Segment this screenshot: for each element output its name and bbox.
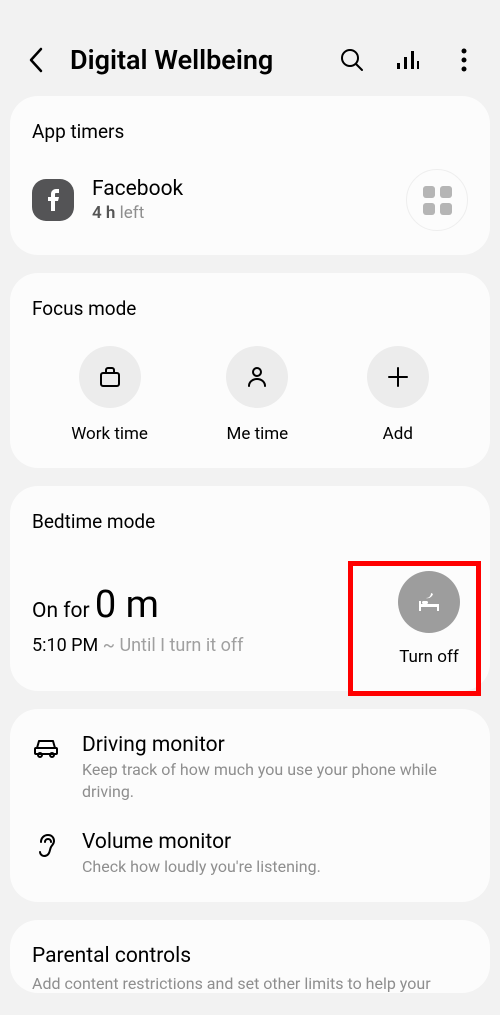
focus-mode-card: Focus mode Work time Me time bbox=[10, 273, 490, 468]
car-icon-wrap bbox=[32, 735, 60, 759]
driving-sub: Keep track of how much you use your phon… bbox=[82, 759, 468, 802]
parental-sub: Add content restrictions and set other l… bbox=[32, 974, 468, 993]
bed-icon bbox=[413, 586, 445, 618]
bedtime-info: On for 0 m 5:10 PM ~ Until I turn it off bbox=[32, 583, 390, 656]
volume-sub: Check how loudly you're listening. bbox=[82, 856, 468, 878]
bedtime-turnoff[interactable]: Turn off bbox=[390, 571, 468, 667]
grid-icon bbox=[423, 186, 452, 215]
app-time-left: 4 h left bbox=[92, 203, 388, 223]
app-timer-row[interactable]: Facebook 4 h left bbox=[32, 169, 468, 231]
app-timer-info: Facebook 4 h left bbox=[92, 177, 388, 223]
app-time-value: 4 h bbox=[92, 203, 115, 223]
focus-mode-items: Work time Me time Add bbox=[32, 346, 468, 444]
more-vertical-icon bbox=[461, 48, 467, 72]
focus-label: Work time bbox=[71, 424, 148, 444]
signal-button[interactable] bbox=[394, 46, 422, 74]
person-icon bbox=[244, 364, 270, 390]
focus-me-time[interactable]: Me time bbox=[226, 346, 288, 444]
bedtime-mode-card[interactable]: Bedtime mode On for 0 m 5:10 PM ~ Until … bbox=[10, 486, 490, 691]
more-button[interactable] bbox=[450, 46, 478, 74]
app-timers-card[interactable]: App timers Facebook 4 h left bbox=[10, 96, 490, 255]
focus-work-time[interactable]: Work time bbox=[71, 346, 148, 444]
ear-icon bbox=[34, 832, 58, 860]
focus-label: Add bbox=[383, 424, 413, 444]
search-button[interactable] bbox=[338, 46, 366, 74]
bars-icon bbox=[395, 47, 421, 73]
driving-info: Driving monitor Keep track of how much y… bbox=[82, 733, 468, 802]
parental-title: Parental controls bbox=[32, 944, 468, 968]
me-time-button[interactable] bbox=[226, 346, 288, 408]
bedtime-row: On for 0 m 5:10 PM ~ Until I turn it off… bbox=[32, 571, 468, 667]
parental-controls-card[interactable]: Parental controls Add content restrictio… bbox=[10, 920, 490, 993]
bedtime-schedule: 5:10 PM ~ Until I turn it off bbox=[32, 635, 390, 656]
app-time-suffix: left bbox=[120, 203, 145, 223]
chevron-left-icon bbox=[27, 46, 45, 74]
back-button[interactable] bbox=[22, 46, 50, 74]
turnoff-label: Turn off bbox=[399, 647, 459, 667]
turnoff-button[interactable] bbox=[398, 571, 460, 633]
bedtime-until: Until I turn it off bbox=[119, 635, 243, 656]
volume-info: Volume monitor Check how loudly you're l… bbox=[82, 830, 468, 878]
driving-title: Driving monitor bbox=[82, 733, 468, 757]
focus-mode-title: Focus mode bbox=[32, 297, 468, 320]
bedtime-onfor-label: On for bbox=[32, 599, 90, 623]
work-time-button[interactable] bbox=[79, 346, 141, 408]
briefcase-icon bbox=[97, 364, 123, 390]
header-actions bbox=[338, 46, 478, 74]
focus-label: Me time bbox=[227, 424, 289, 444]
bedtime-start: 5:10 PM bbox=[32, 635, 98, 656]
all-apps-button[interactable] bbox=[406, 169, 468, 231]
bedtime-sep: ~ bbox=[103, 635, 115, 656]
add-focus-button[interactable] bbox=[367, 346, 429, 408]
plus-icon bbox=[385, 364, 411, 390]
volume-monitor-row[interactable]: Volume monitor Check how loudly you're l… bbox=[32, 830, 468, 878]
bedtime-title: Bedtime mode bbox=[32, 510, 468, 533]
app-header: Digital Wellbeing bbox=[0, 0, 500, 96]
volume-title: Volume monitor bbox=[82, 830, 468, 854]
page-title: Digital Wellbeing bbox=[70, 44, 338, 76]
facebook-app-icon bbox=[32, 179, 74, 221]
monitors-card: Driving monitor Keep track of how much y… bbox=[10, 709, 490, 902]
ear-icon-wrap bbox=[32, 832, 60, 860]
driving-monitor-row[interactable]: Driving monitor Keep track of how much y… bbox=[32, 733, 468, 802]
car-icon bbox=[32, 735, 60, 759]
focus-add[interactable]: Add bbox=[367, 346, 429, 444]
app-timers-title: App timers bbox=[32, 120, 468, 143]
search-icon bbox=[339, 47, 365, 73]
app-name: Facebook bbox=[92, 177, 388, 201]
bedtime-status: On for 0 m bbox=[32, 583, 390, 627]
bedtime-duration: 0 m bbox=[95, 583, 159, 627]
facebook-icon bbox=[39, 186, 67, 214]
